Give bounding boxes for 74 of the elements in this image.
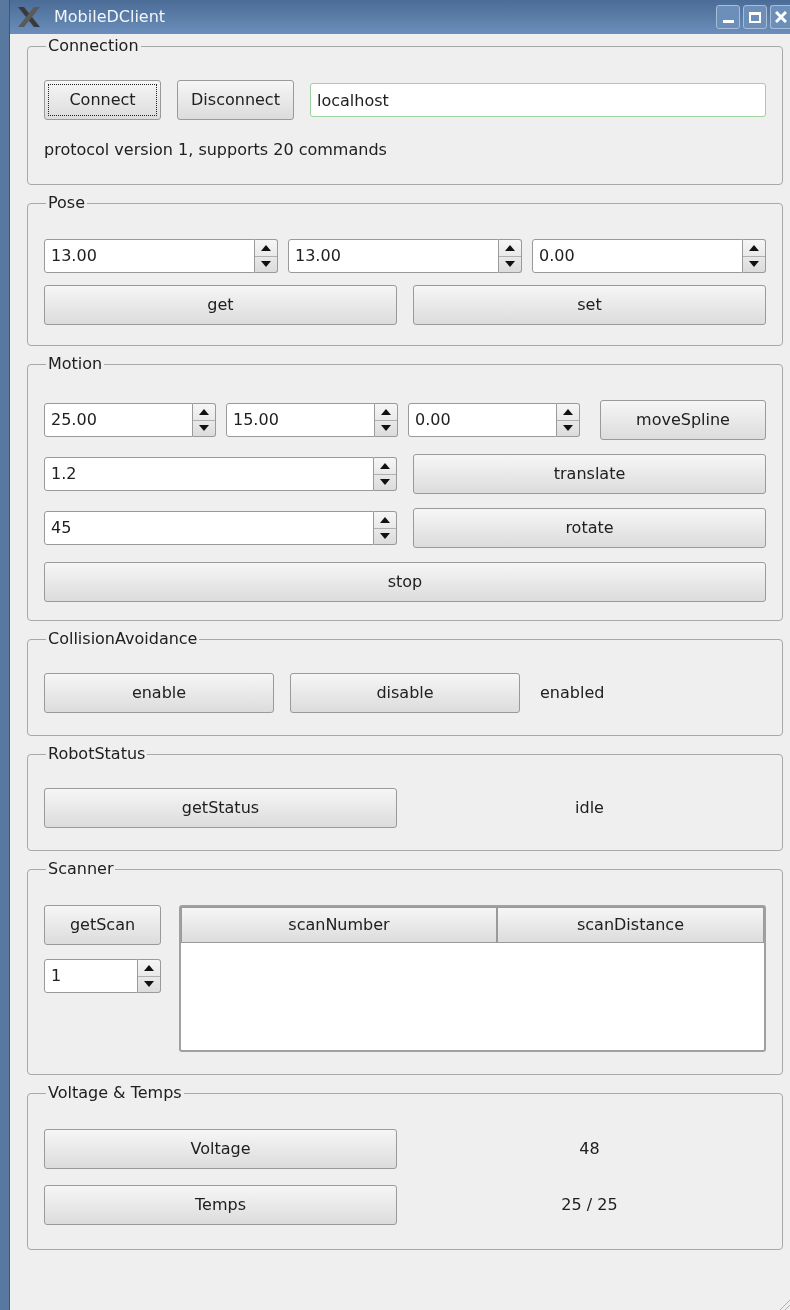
resize-grip-icon	[778, 1298, 790, 1310]
group-title: Pose	[47, 192, 87, 214]
maximize-icon	[749, 11, 761, 23]
spin-buttons[interactable]	[499, 239, 522, 273]
reading-label: 25 / 25	[561, 1195, 618, 1214]
down-triangle-icon[interactable]	[505, 261, 515, 268]
number-field[interactable]: 1	[44, 959, 138, 993]
status-label: enabled	[540, 682, 605, 704]
push-button[interactable]: getScan	[44, 905, 161, 945]
up-triangle-icon[interactable]	[261, 244, 271, 251]
push-button[interactable]: getStatus	[44, 788, 397, 828]
column-header[interactable]: scanDistance	[497, 907, 764, 943]
push-button[interactable]: get	[44, 285, 397, 325]
column-header[interactable]: scanNumber	[181, 907, 497, 943]
x-logo-icon	[16, 6, 42, 28]
push-button[interactable]: moveSpline	[600, 400, 766, 440]
up-triangle-icon[interactable]	[505, 244, 515, 251]
number-field[interactable]: 1.2	[44, 457, 374, 491]
minimize-icon	[722, 20, 734, 23]
up-triangle-icon[interactable]	[380, 516, 390, 523]
down-triangle-icon[interactable]	[749, 261, 759, 268]
spin-buttons[interactable]	[255, 239, 278, 273]
number-field[interactable]: 0.00	[532, 239, 743, 273]
spin-buttons[interactable]	[193, 403, 216, 437]
group-title: Scanner	[47, 858, 115, 880]
up-triangle-icon[interactable]	[381, 408, 391, 415]
close-icon	[774, 11, 787, 23]
push-button[interactable]: set	[413, 285, 766, 325]
spin-buttons[interactable]	[557, 403, 580, 437]
spin-buttons[interactable]	[374, 457, 397, 491]
down-triangle-icon[interactable]	[261, 261, 271, 268]
minimize-button[interactable]	[716, 5, 740, 29]
connection-button[interactable]: Disconnect	[177, 80, 294, 120]
down-triangle-icon[interactable]	[380, 479, 390, 486]
group-title: Motion	[47, 353, 104, 375]
up-triangle-icon[interactable]	[380, 462, 390, 469]
host-field[interactable]: localhost	[310, 83, 766, 117]
group-title: CollisionAvoidance	[47, 628, 199, 650]
spin-buttons[interactable]	[375, 403, 398, 437]
down-triangle-icon[interactable]	[144, 981, 154, 988]
number-field[interactable]: 13.00	[44, 239, 255, 273]
connection-button[interactable]: Connect	[44, 80, 161, 120]
push-button[interactable]: translate	[413, 454, 766, 494]
up-triangle-icon[interactable]	[563, 408, 573, 415]
group-title: Connection	[47, 35, 140, 57]
up-triangle-icon[interactable]	[144, 964, 154, 971]
number-field[interactable]: 45	[44, 511, 374, 545]
up-triangle-icon[interactable]	[749, 244, 759, 251]
maximize-button[interactable]	[743, 5, 767, 29]
spin-buttons[interactable]	[138, 959, 161, 993]
number-field[interactable]: 0.00	[408, 403, 557, 437]
down-triangle-icon[interactable]	[381, 425, 391, 432]
push-button[interactable]: Voltage	[44, 1129, 397, 1169]
push-button[interactable]: disable	[290, 673, 520, 713]
push-button[interactable]: rotate	[413, 508, 766, 548]
down-triangle-icon[interactable]	[199, 425, 209, 432]
spin-buttons[interactable]	[374, 511, 397, 545]
close-button[interactable]	[770, 5, 790, 29]
group-title: RobotStatus	[47, 743, 147, 765]
group-title: Voltage & Temps	[47, 1082, 183, 1104]
push-button[interactable]: enable	[44, 673, 274, 713]
number-field[interactable]: 13.00	[288, 239, 499, 273]
window-title: MobileDClient	[54, 6, 166, 28]
number-field[interactable]: 25.00	[44, 403, 193, 437]
down-triangle-icon[interactable]	[563, 425, 573, 432]
spin-buttons[interactable]	[743, 239, 766, 273]
up-triangle-icon[interactable]	[199, 408, 209, 415]
number-field[interactable]: 15.00	[226, 403, 375, 437]
reading-label: 48	[579, 1139, 600, 1158]
status-label: idle	[575, 798, 604, 817]
status-label: protocol version 1, supports 20 commands	[44, 140, 387, 159]
push-button[interactable]: Temps	[44, 1185, 397, 1225]
push-button[interactable]: stop	[44, 562, 766, 602]
down-triangle-icon[interactable]	[380, 533, 390, 540]
